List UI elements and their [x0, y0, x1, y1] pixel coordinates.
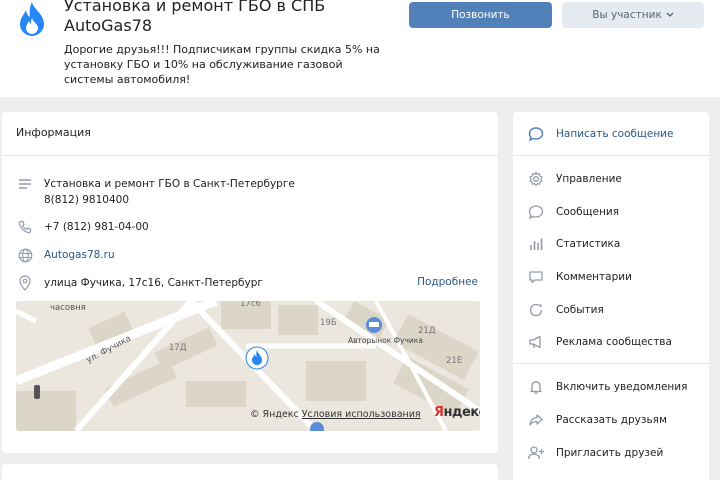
menu-item-label: Сообщения: [556, 206, 620, 218]
menu-item-label: Включить уведомления: [556, 381, 688, 393]
phone-row: +7 (812) 981-04-00: [16, 219, 149, 235]
share-icon: [527, 411, 545, 429]
comment-icon: [527, 268, 545, 286]
info-card: Информация Установка и ремонт ГБО в Санк…: [2, 112, 498, 453]
menu-item-label: Статистика: [556, 238, 621, 250]
map-terms-link[interactable]: Условия использования: [302, 409, 421, 420]
menu-item-statistics[interactable]: Статистика: [527, 235, 620, 253]
map-label-21d: 21Д: [418, 326, 436, 336]
menu-divider: [513, 363, 709, 364]
menu-item-manage[interactable]: Управление: [527, 170, 622, 188]
yandex-logo-y: Я: [434, 405, 444, 420]
menu-item-comments[interactable]: Комментарии: [527, 268, 632, 286]
about-line-2: 8(812) 9810400: [44, 194, 130, 206]
menu-item-label: Написать сообщение: [556, 128, 674, 140]
menu-item-label: Пригласить друзей: [556, 447, 664, 459]
about-line-1: Установка и ремонт ГБО в Санкт-Петербург…: [44, 178, 295, 190]
chat-icon: [527, 203, 545, 221]
location-pin-icon: [16, 275, 34, 291]
yandex-logo-rest: ндекс: [443, 405, 480, 420]
menu-item-label: Управление: [556, 173, 622, 185]
message-icon: [527, 125, 545, 143]
next-card: [2, 464, 498, 480]
events-icon: [527, 301, 545, 319]
location-map[interactable]: часовня ул. Фучика 17с6 19Б 17Д 21Д 21Е …: [16, 301, 480, 431]
bell-icon: [527, 378, 545, 396]
menu-item-label: Комментарии: [556, 271, 632, 283]
address-text: улица Фучика, 17с16, Санкт-Петербург: [44, 277, 263, 289]
map-label-21e: 21Е: [446, 356, 462, 366]
menu-item-invite[interactable]: Пригласить друзей: [527, 444, 663, 462]
yandex-logo[interactable]: Яндекс: [434, 405, 480, 420]
map-label-car-market: Авторынок Фучика: [348, 336, 423, 345]
menu-item-label: Реклама сообщества: [556, 336, 672, 348]
add-user-icon: [527, 444, 545, 462]
map-label-17d: 17Д: [169, 343, 187, 353]
phone-icon: [16, 219, 34, 235]
about-row: Установка и ремонт ГБО в Санкт-Петербург…: [16, 176, 295, 208]
stats-icon: [527, 235, 545, 253]
map-traffic-light-icon: [34, 385, 40, 399]
map-label-19b: 19Б: [320, 318, 337, 328]
globe-icon: [16, 247, 34, 263]
map-copyright: © Яндекс: [250, 409, 299, 420]
group-title: Установка и ремонт ГБО в СПБ AutoGas78: [64, 0, 326, 35]
menu-item-label: События: [556, 304, 604, 316]
chevron-down-icon: [666, 9, 674, 21]
menu-divider: [513, 155, 709, 156]
member-button[interactable]: Вы участник: [562, 2, 704, 28]
menu-item-label: Рассказать друзьям: [556, 414, 667, 426]
megaphone-icon: [527, 333, 545, 351]
member-button-label: Вы участник: [592, 9, 662, 21]
website-link[interactable]: Autogas78.ru: [44, 247, 115, 263]
flame-logo-icon[interactable]: [14, 0, 50, 38]
more-link[interactable]: Подробнее: [417, 276, 478, 288]
menu-item-write-message[interactable]: Написать сообщение: [527, 125, 673, 143]
gear-icon: [527, 170, 545, 188]
group-header: Установка и ремонт ГБО в СПБ AutoGas78 Д…: [0, 0, 720, 97]
menu-item-notifications[interactable]: Включить уведомления: [527, 378, 687, 396]
map-label-17s6: 17с6: [240, 301, 261, 309]
community-actions-menu: Написать сообщение Управление Сообщения …: [513, 112, 709, 480]
menu-item-share[interactable]: Рассказать друзьям: [527, 411, 667, 429]
call-button[interactable]: Позвонить: [409, 2, 552, 28]
group-description: Дорогие друзья!!! Подписчикам группы ски…: [64, 43, 380, 86]
info-heading: Информация: [2, 112, 498, 156]
text-lines-icon: [16, 176, 34, 192]
menu-item-messages[interactable]: Сообщения: [527, 203, 619, 221]
phone-number[interactable]: +7 (812) 981-04-00: [44, 219, 149, 235]
menu-item-ads[interactable]: Реклама сообщества: [527, 333, 672, 351]
map-label-chapel: часовня: [50, 303, 86, 313]
map-attribution: © Яндекс Условия использования: [250, 409, 421, 420]
address-row: улица Фучика, 17с16, Санкт-Петербург: [16, 275, 263, 291]
menu-item-events[interactable]: События: [527, 301, 604, 319]
website-row: Autogas78.ru: [16, 247, 115, 263]
